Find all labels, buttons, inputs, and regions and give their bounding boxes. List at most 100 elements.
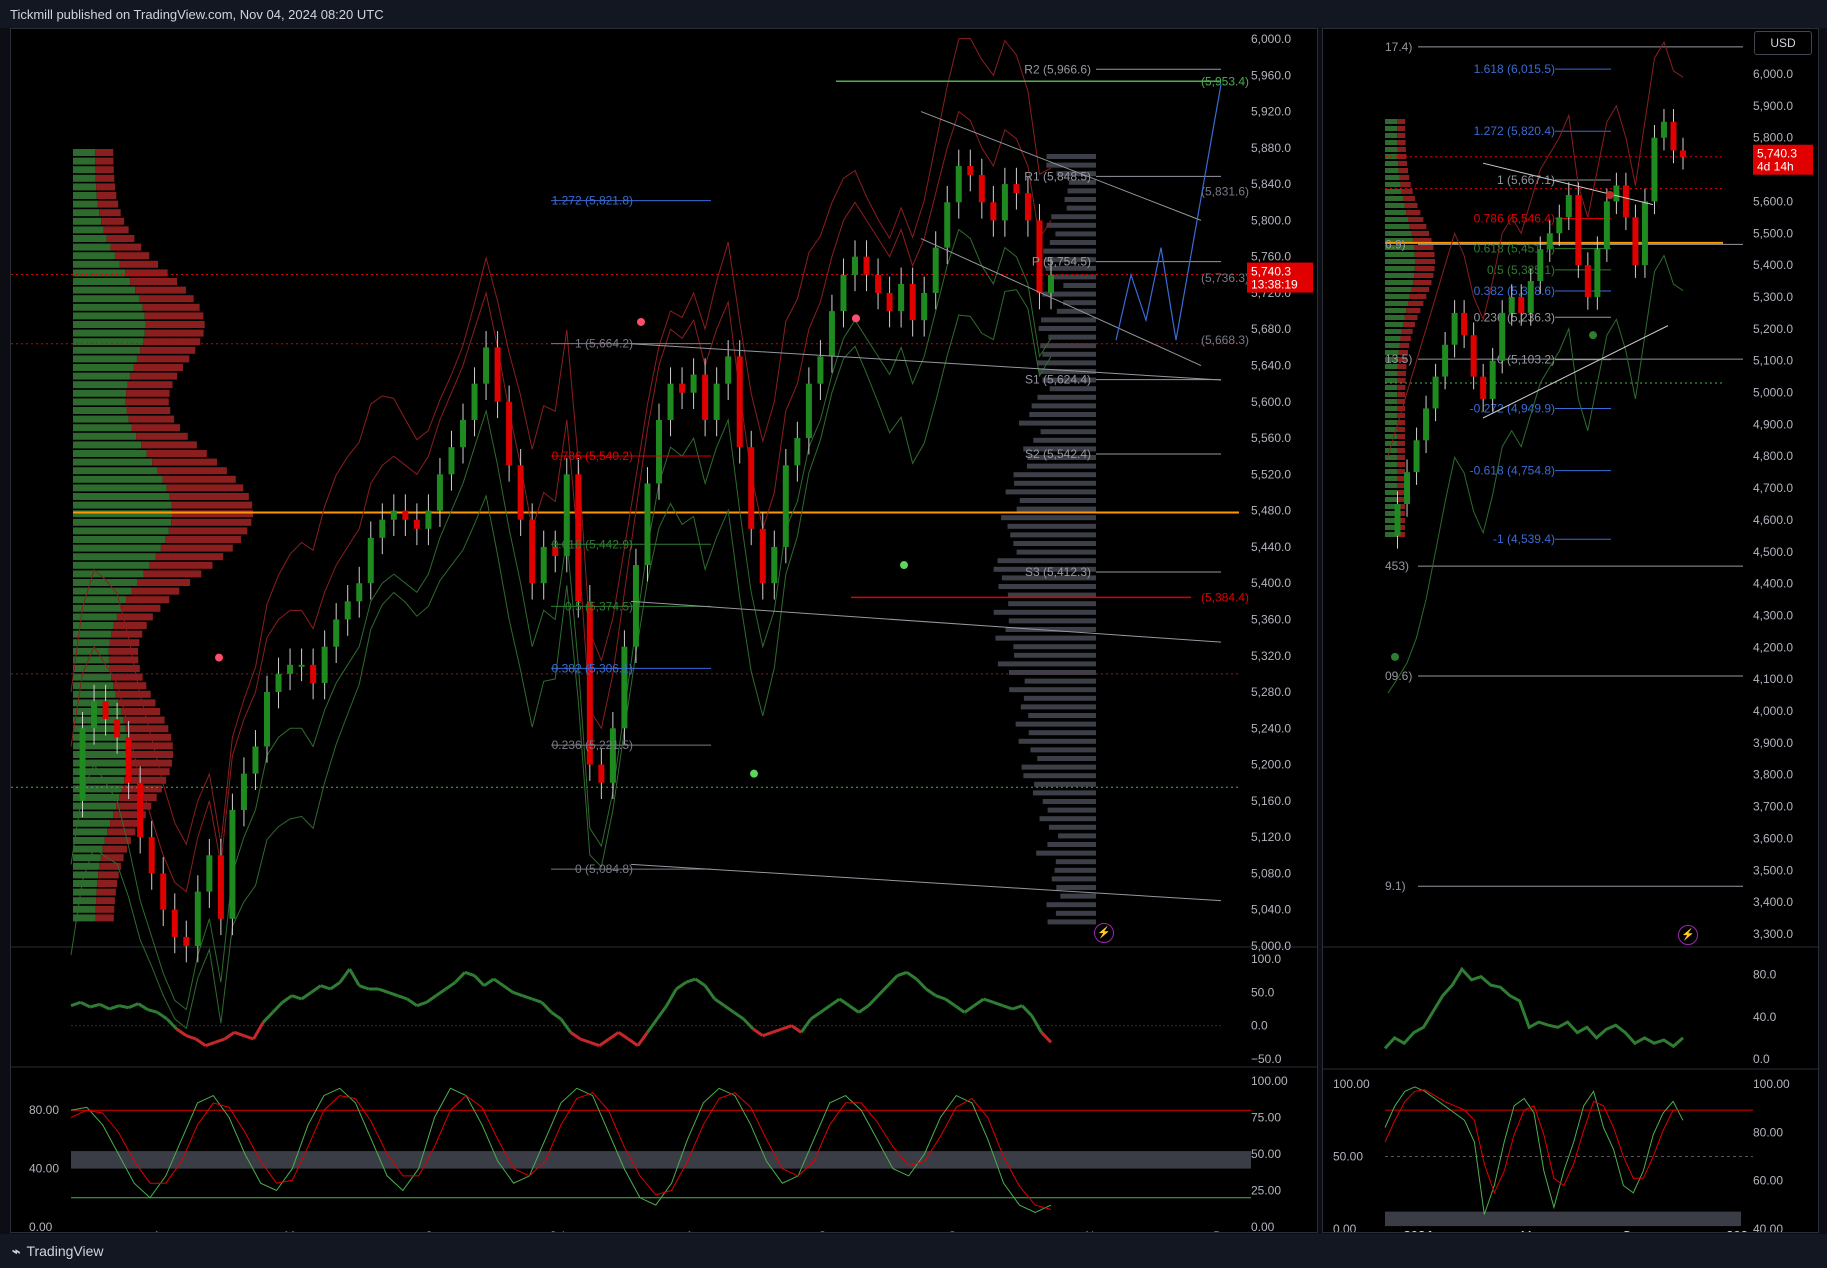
volume-profile-bar bbox=[1397, 406, 1405, 411]
y-tick-label: 5,960.0 bbox=[1251, 68, 1291, 82]
oscillator-segment bbox=[350, 969, 360, 986]
candle-body bbox=[656, 420, 662, 483]
volume-profile-bar bbox=[1385, 203, 1405, 208]
y-tick-label: 5,640.0 bbox=[1251, 359, 1291, 373]
trend-line bbox=[1483, 326, 1668, 418]
volume-profile-bar bbox=[1385, 294, 1410, 299]
y-tick-label: 5,520.0 bbox=[1251, 467, 1291, 481]
volume-profile-bar bbox=[1014, 653, 1096, 658]
volume-profile-bar bbox=[1397, 392, 1405, 397]
volume-profile-bar bbox=[73, 493, 170, 500]
candle-body bbox=[137, 783, 143, 837]
volume-profile-bar bbox=[1385, 490, 1397, 495]
volume-profile-bar bbox=[1068, 188, 1096, 193]
signal-dot bbox=[750, 770, 758, 778]
volume-profile-bar bbox=[1397, 497, 1405, 502]
currency-button[interactable]: USD bbox=[1754, 31, 1812, 55]
candle-body bbox=[1480, 377, 1486, 399]
fib-level-label: 0.786 (5,546.4) bbox=[1474, 211, 1555, 225]
volume-profile-bar bbox=[115, 252, 149, 259]
volume-profile-bar bbox=[1050, 386, 1096, 391]
volume-profile-bar bbox=[994, 610, 1096, 615]
oscillator-segment bbox=[542, 1002, 552, 1012]
volume-profile-bar bbox=[1397, 427, 1405, 432]
volume-profile-bar bbox=[126, 596, 169, 603]
volume-profile-bar bbox=[73, 252, 115, 259]
oscillator-segment bbox=[676, 982, 686, 989]
volume-profile-bar bbox=[1405, 315, 1418, 320]
volume-profile-bar bbox=[73, 545, 161, 552]
y-tick-label: 50.00 bbox=[1333, 1150, 1363, 1164]
candle-body bbox=[737, 356, 743, 447]
y-tick-label: 5,300.0 bbox=[1753, 290, 1793, 304]
volume-profile-bar bbox=[1047, 842, 1096, 847]
tradingview-logo[interactable]: ⌁ TradingView bbox=[12, 1243, 103, 1260]
volume-profile-bar bbox=[73, 459, 152, 466]
left-chart-pane[interactable]: 6,000.0 5,960.0 5,920.0 5,880.0 5,840.0 5,800… bbox=[10, 28, 1318, 1233]
bolt-icon[interactable]: ⚡ bbox=[1094, 923, 1114, 943]
volume-profile-bar bbox=[73, 467, 158, 474]
volume-profile-bar bbox=[97, 889, 116, 896]
candle-body bbox=[679, 384, 685, 393]
y-tick-label: 80.0 bbox=[1753, 968, 1777, 982]
volume-profile-bar bbox=[73, 536, 165, 543]
volume-profile-bar bbox=[73, 373, 130, 380]
volume-profile-bar bbox=[170, 493, 249, 500]
volume-profile-bar bbox=[1410, 294, 1427, 299]
oscillator-segment bbox=[234, 1032, 244, 1035]
oscillator-segment bbox=[724, 1006, 734, 1013]
candle-body bbox=[1518, 297, 1524, 313]
level-price-label: (5,831.6) bbox=[1201, 185, 1249, 199]
fib-level-label: 1 (5,664.2) bbox=[575, 337, 633, 351]
volume-profile-bar bbox=[1058, 833, 1096, 838]
x-tick-label: Jul bbox=[549, 1229, 564, 1232]
volume-profile-bar bbox=[73, 312, 145, 319]
volume-profile-bar bbox=[1398, 371, 1406, 376]
volume-profile-bar bbox=[1398, 147, 1406, 152]
left-chart-svg[interactable]: 6,000.0 5,960.0 5,920.0 5,880.0 5,840.0 5,800… bbox=[11, 29, 1317, 1232]
signal-dot bbox=[637, 318, 645, 326]
y-tick-label: 5,000.0 bbox=[1753, 386, 1793, 400]
candle-body bbox=[368, 538, 374, 583]
volume-profile-bar bbox=[139, 295, 193, 302]
volume-profile-bar bbox=[1063, 283, 1096, 288]
volume-profile-bar bbox=[171, 519, 251, 526]
candle-body bbox=[1547, 233, 1553, 249]
volume-profile-bar bbox=[95, 914, 113, 921]
volume-profile-bar bbox=[1385, 224, 1410, 229]
y-tick-label: 6,000.0 bbox=[1753, 67, 1793, 81]
volume-profile-bar bbox=[1009, 618, 1096, 623]
volume-profile-bar bbox=[161, 545, 233, 552]
volume-profile-bar bbox=[116, 803, 151, 810]
oscillator-segment bbox=[215, 1039, 225, 1042]
candle-body bbox=[1537, 249, 1543, 281]
y-tick-label: 5,920.0 bbox=[1251, 105, 1291, 119]
oscillator-segment bbox=[254, 1022, 264, 1039]
candle-body bbox=[1461, 313, 1467, 335]
oscillator-segment bbox=[859, 1006, 869, 1013]
y-tick-label: 50.00 bbox=[1251, 1147, 1281, 1161]
bolt-icon[interactable]: ⚡ bbox=[1678, 925, 1698, 945]
volume-profile-bar bbox=[1400, 343, 1410, 348]
volume-profile-bar bbox=[1051, 214, 1096, 219]
volume-profile-bar bbox=[73, 355, 137, 362]
candle-body bbox=[518, 465, 524, 519]
volume-profile-bar bbox=[130, 373, 177, 380]
volume-profile-bar bbox=[73, 613, 117, 620]
oscillator-segment bbox=[273, 1002, 283, 1012]
volume-profile-bar bbox=[73, 433, 136, 440]
y-tick-label: 5,600.0 bbox=[1753, 194, 1793, 208]
right-chart-svg[interactable]: 6,000.05,900.05,800.05,700.05,600.05,500… bbox=[1323, 29, 1818, 1232]
volume-profile-bar bbox=[1405, 203, 1418, 208]
volume-profile-bar bbox=[1042, 352, 1096, 357]
signal-dot bbox=[900, 561, 908, 569]
countdown-label: 4d 14h bbox=[1757, 160, 1794, 174]
oscillator-segment bbox=[263, 1012, 273, 1022]
oscillator-segment bbox=[686, 979, 696, 982]
volume-profile-bar bbox=[73, 450, 147, 457]
volume-profile-bar bbox=[1065, 197, 1096, 202]
volume-profile-bar bbox=[1385, 140, 1397, 145]
oscillator-segment bbox=[705, 986, 715, 999]
right-chart-pane[interactable]: 6,000.05,900.05,800.05,700.05,600.05,500… bbox=[1322, 28, 1819, 1233]
oscillator-segment bbox=[398, 996, 408, 999]
